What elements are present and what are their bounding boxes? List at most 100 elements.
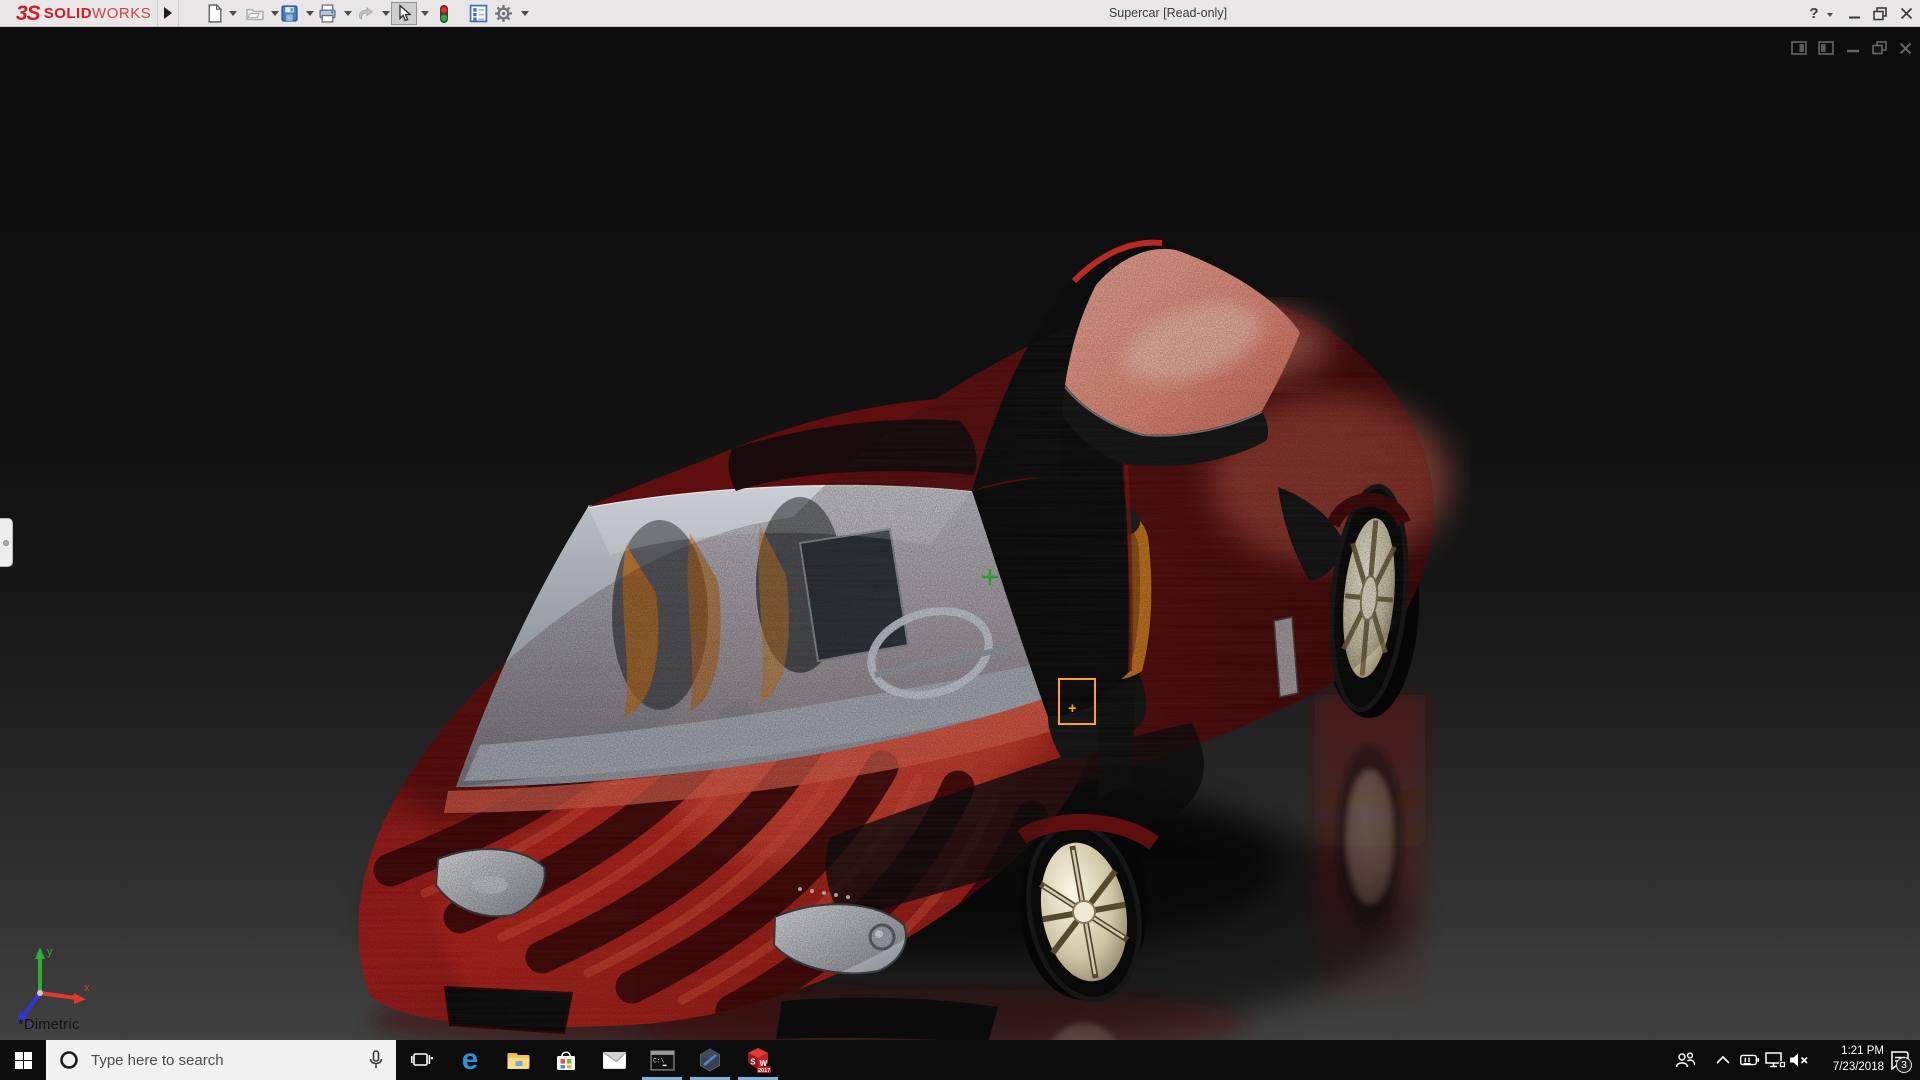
taskbar-app-solidworks[interactable]: S W 2017 — [734, 1040, 782, 1080]
pane-toggle-left-icon — [1791, 41, 1807, 55]
new-document-button[interactable] — [202, 2, 226, 25]
minimize-button[interactable] — [1844, 4, 1864, 23]
close-icon — [1900, 7, 1913, 20]
microsoft-store-icon — [554, 1049, 578, 1072]
start-button[interactable] — [0, 1040, 46, 1080]
taskbar-app-edge[interactable]: e — [446, 1040, 494, 1080]
help-menu-button[interactable]: ? — [1804, 4, 1824, 23]
cortana-icon — [59, 1050, 79, 1070]
select-dropdown[interactable] — [421, 11, 429, 16]
taskbar-app-file-explorer[interactable] — [494, 1040, 542, 1080]
minimize-icon — [1848, 7, 1861, 20]
microphone-icon[interactable] — [368, 1050, 384, 1070]
minimize-doc-icon — [1846, 41, 1860, 55]
selection-cross-icon: + — [1068, 704, 1077, 714]
sw-year-glyph: 2017 — [758, 1068, 770, 1073]
clock-time: 1:21 PM — [1818, 1043, 1884, 1059]
window-title: Supercar [Read-only] — [1048, 6, 1288, 20]
close-button[interactable] — [1896, 4, 1916, 23]
file-explorer-icon — [506, 1049, 531, 1071]
command-prompt-icon: C:\ — [650, 1050, 675, 1071]
people-tray-button[interactable] — [1674, 1049, 1696, 1071]
windows-logo-icon — [15, 1052, 32, 1069]
search-placeholder: Type here to search — [91, 1052, 368, 1069]
network-icon — [1764, 1051, 1786, 1069]
feature-panel-tab[interactable] — [0, 518, 13, 567]
task-view-button[interactable] — [398, 1040, 446, 1080]
close-doc-button[interactable] — [1895, 39, 1915, 57]
chevron-up-icon — [1715, 1055, 1731, 1065]
edge-browser-icon: e — [462, 1046, 479, 1074]
clock[interactable]: 1:21 PM 7/23/2018 — [1818, 1043, 1884, 1077]
search-input[interactable]: Type here to search — [46, 1040, 396, 1080]
new-dropdown[interactable] — [229, 11, 237, 16]
minimize-doc-button[interactable] — [1843, 39, 1863, 57]
taskbar: Type here to search e — [0, 1040, 1920, 1080]
help-icon: ? — [1809, 5, 1818, 22]
task-view-icon — [411, 1051, 433, 1069]
supercar-render[interactable] — [330, 225, 1470, 1045]
open-button[interactable] — [243, 2, 267, 25]
print-button[interactable] — [315, 2, 339, 25]
select-tool-button[interactable] — [391, 2, 417, 25]
open-folder-icon — [245, 4, 265, 23]
network-tray-button[interactable] — [1764, 1049, 1786, 1071]
options-gear-icon — [494, 4, 513, 23]
undo-dropdown[interactable] — [382, 11, 390, 16]
brand-light: WORKS — [92, 5, 151, 22]
sw-s-glyph: S — [750, 1058, 756, 1067]
people-icon — [1674, 1050, 1696, 1070]
undo-button[interactable] — [353, 2, 377, 25]
panel-tab-dot-icon — [3, 540, 9, 546]
power-tray-button[interactable] — [1738, 1049, 1760, 1071]
titlebar: 3S SOLID WORKS — [0, 0, 1920, 27]
graphics-viewport[interactable]: + y x z *Dimetric — [0, 27, 1920, 1040]
view-orientation-label: *Dimetric — [18, 1017, 80, 1033]
restore-icon — [1873, 7, 1887, 21]
taskbar-app-command-prompt[interactable]: C:\ — [638, 1040, 686, 1080]
toolbar-flyout-button[interactable] — [157, 0, 179, 26]
properties-list-button[interactable] — [466, 2, 490, 25]
taskbar-app-hexagon[interactable] — [686, 1040, 734, 1080]
restore-doc-button[interactable] — [1869, 39, 1889, 57]
triad-x-label: x — [84, 982, 90, 994]
selection-marquee: + — [1058, 678, 1096, 725]
taskbar-app-store[interactable] — [542, 1040, 590, 1080]
mail-icon — [602, 1051, 627, 1070]
help-dropdown[interactable] — [1827, 13, 1833, 17]
cmd-glyph: C:\ — [653, 1057, 665, 1064]
options-dropdown[interactable] — [521, 11, 529, 16]
desktop: 3S SOLID WORKS — [0, 0, 1920, 1080]
new-document-icon — [205, 4, 224, 23]
restore-button[interactable] — [1870, 4, 1890, 23]
hexagon-app-icon — [698, 1048, 722, 1072]
brand-bold: SOLID — [44, 5, 92, 22]
clock-date: 7/23/2018 — [1818, 1059, 1884, 1075]
properties-list-icon — [469, 4, 488, 23]
tray-overflow-button[interactable] — [1712, 1049, 1734, 1071]
display-states-icon — [436, 4, 452, 24]
undo-icon — [355, 4, 375, 23]
solidworks-logo: 3S SOLID WORKS — [16, 2, 151, 25]
options-button[interactable] — [491, 2, 515, 25]
select-cursor-icon — [395, 4, 413, 23]
pane-toggle-right-icon — [1818, 41, 1834, 55]
pane-toggle-right-button[interactable] — [1816, 39, 1836, 57]
print-dropdown[interactable] — [344, 11, 352, 16]
flyout-arrow-icon — [164, 7, 172, 19]
save-button[interactable] — [277, 2, 301, 25]
print-icon — [318, 4, 337, 23]
power-plug-icon — [1738, 1052, 1760, 1068]
restore-doc-icon — [1872, 41, 1887, 55]
taskbar-app-mail[interactable] — [590, 1040, 638, 1080]
pane-toggle-left-button[interactable] — [1789, 39, 1809, 57]
volume-muted-icon — [1788, 1051, 1810, 1069]
triad-y-label: y — [47, 946, 53, 958]
solidworks-2017-icon: S W 2017 — [745, 1047, 771, 1073]
display-states-button[interactable] — [432, 2, 456, 25]
volume-tray-button[interactable] — [1788, 1049, 1810, 1071]
notification-badge: 3 — [1896, 1057, 1912, 1073]
brand-mark: 3S — [16, 2, 40, 26]
save-dropdown[interactable] — [306, 11, 314, 16]
save-icon — [280, 4, 299, 23]
